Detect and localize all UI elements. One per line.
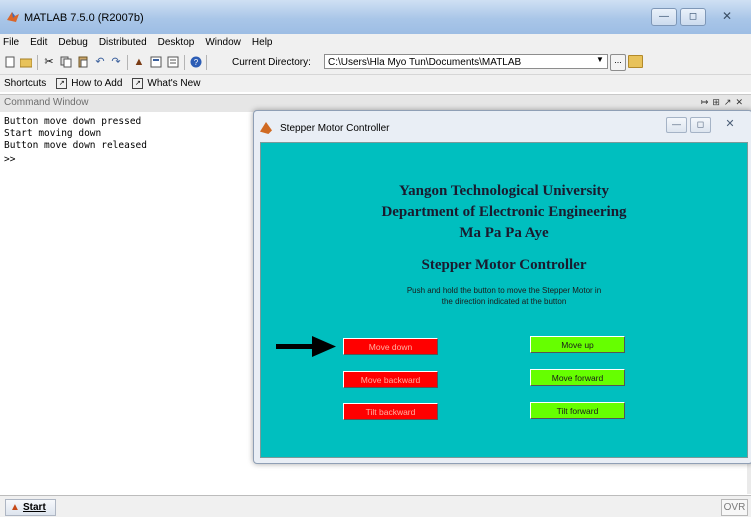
menu-file[interactable]: File xyxy=(0,34,24,51)
move-up-button[interactable]: Move up xyxy=(530,336,625,353)
console-prompt[interactable]: >> xyxy=(4,154,15,165)
menu-debug[interactable]: Debug xyxy=(52,34,92,51)
maximize-panel-icon[interactable]: ↗ xyxy=(724,97,736,107)
matlab-logo-icon: ▲ xyxy=(10,501,20,513)
matlab-figure-icon xyxy=(260,122,272,134)
arrow-right-icon xyxy=(276,336,336,357)
tilt-forward-button[interactable]: Tilt forward xyxy=(530,402,625,419)
menu-bar: File Edit Debug Distributed Desktop Wind… xyxy=(0,34,751,51)
instruction-text: Push and hold the button to move the Ste… xyxy=(406,286,602,295)
simulink-icon[interactable]: ▲ xyxy=(133,56,145,68)
move-down-button[interactable]: Move down xyxy=(343,338,438,355)
window-title: MATLAB 7.5.0 (R2007b) xyxy=(24,12,144,24)
current-directory-field[interactable]: C:\Users\Hla Myo Tun\Documents\MATLAB xyxy=(324,54,608,69)
figure-canvas: Yangon Technological University Departme… xyxy=(260,142,748,458)
start-button[interactable]: ▲ Start xyxy=(5,499,56,516)
redo-icon[interactable]: ↷ xyxy=(110,56,122,68)
tilt-backward-button[interactable]: Tilt backward xyxy=(343,403,438,420)
copy-icon[interactable] xyxy=(60,56,72,68)
current-directory-label: Current Directory: xyxy=(232,57,311,68)
university-heading: Yangon Technological University xyxy=(398,183,610,199)
shortcuts-bar: Shortcuts ↗ How to Add ↗ What's New xyxy=(0,75,751,92)
command-window-title: Command Window xyxy=(4,97,89,108)
figure-title-bar[interactable]: Stepper Motor Controller — ◻ ✕ xyxy=(254,111,751,141)
shortcut-how-to-add[interactable]: ↗ How to Add xyxy=(56,78,122,89)
browse-button[interactable]: ... xyxy=(610,54,626,71)
folder-up-icon[interactable] xyxy=(628,55,643,68)
open-folder-icon[interactable] xyxy=(19,56,33,68)
move-forward-button[interactable]: Move forward xyxy=(530,369,625,386)
undock-icon[interactable]: ⊞ xyxy=(712,97,724,107)
menu-edit[interactable]: Edit xyxy=(24,34,52,51)
department-heading: Department of Electronic Engineering xyxy=(381,204,627,220)
undo-icon[interactable]: ↶ xyxy=(94,56,106,68)
menu-help[interactable]: Help xyxy=(246,34,278,51)
menu-distributed[interactable]: Distributed xyxy=(93,34,152,51)
shortcut-label: How to Add xyxy=(71,78,123,89)
cut-icon[interactable]: ✂ xyxy=(43,56,55,68)
minimize-button[interactable]: — xyxy=(651,8,677,26)
matlab-logo-icon xyxy=(7,12,19,22)
svg-text:?: ? xyxy=(194,58,199,67)
new-file-icon[interactable] xyxy=(4,56,16,68)
restore-button[interactable]: ◻ xyxy=(680,8,706,26)
figure-close-button[interactable]: ✕ xyxy=(714,117,746,133)
paste-icon[interactable] xyxy=(77,56,89,68)
console-line: Start moving down xyxy=(4,128,102,139)
help-icon[interactable]: ? xyxy=(190,56,202,68)
console-line: Button move down pressed xyxy=(4,116,142,127)
status-bar: ▲ Start OVR xyxy=(0,495,751,517)
shortcuts-label: Shortcuts xyxy=(4,78,47,89)
console-line: Button move down released xyxy=(4,140,147,151)
figure-minimize-button[interactable]: — xyxy=(666,117,687,133)
figure-window[interactable]: Stepper Motor Controller — ◻ ✕ Yangon Te… xyxy=(253,110,751,464)
guide-icon[interactable] xyxy=(150,56,162,68)
toolbar: ✂ ↶ ↷ ▲ ? Current Directory: C:\Users\Hl… xyxy=(0,51,751,75)
ovr-indicator: OVR xyxy=(721,499,748,516)
start-label: Start xyxy=(23,502,46,513)
shortcut-icon: ↗ xyxy=(132,78,144,89)
instruction-text: the direction indicated at the button xyxy=(441,297,567,306)
figure-maximize-button[interactable]: ◻ xyxy=(690,117,711,133)
shortcut-icon: ↗ xyxy=(56,78,68,89)
menu-desktop[interactable]: Desktop xyxy=(152,34,200,51)
shortcut-whats-new[interactable]: ↗ What's New xyxy=(132,78,200,89)
menu-window[interactable]: Window xyxy=(199,34,246,51)
figure-title: Stepper Motor Controller xyxy=(280,123,390,134)
close-button[interactable]: ✕ xyxy=(709,8,745,26)
move-backward-button[interactable]: Move backward xyxy=(343,371,438,388)
shortcut-label: What's New xyxy=(147,78,201,89)
author-heading: Ma Pa Pa Aye xyxy=(459,225,549,241)
title-bar: MATLAB 7.5.0 (R2007b) — ◻ ✕ xyxy=(0,0,751,34)
profiler-icon[interactable] xyxy=(167,56,179,68)
close-panel-icon[interactable]: ✕ xyxy=(735,97,747,107)
pin-icon[interactable]: ↦ xyxy=(701,97,713,107)
app-title: Stepper Motor Controller xyxy=(421,257,587,273)
chevron-down-icon[interactable]: ▼ xyxy=(596,55,604,64)
